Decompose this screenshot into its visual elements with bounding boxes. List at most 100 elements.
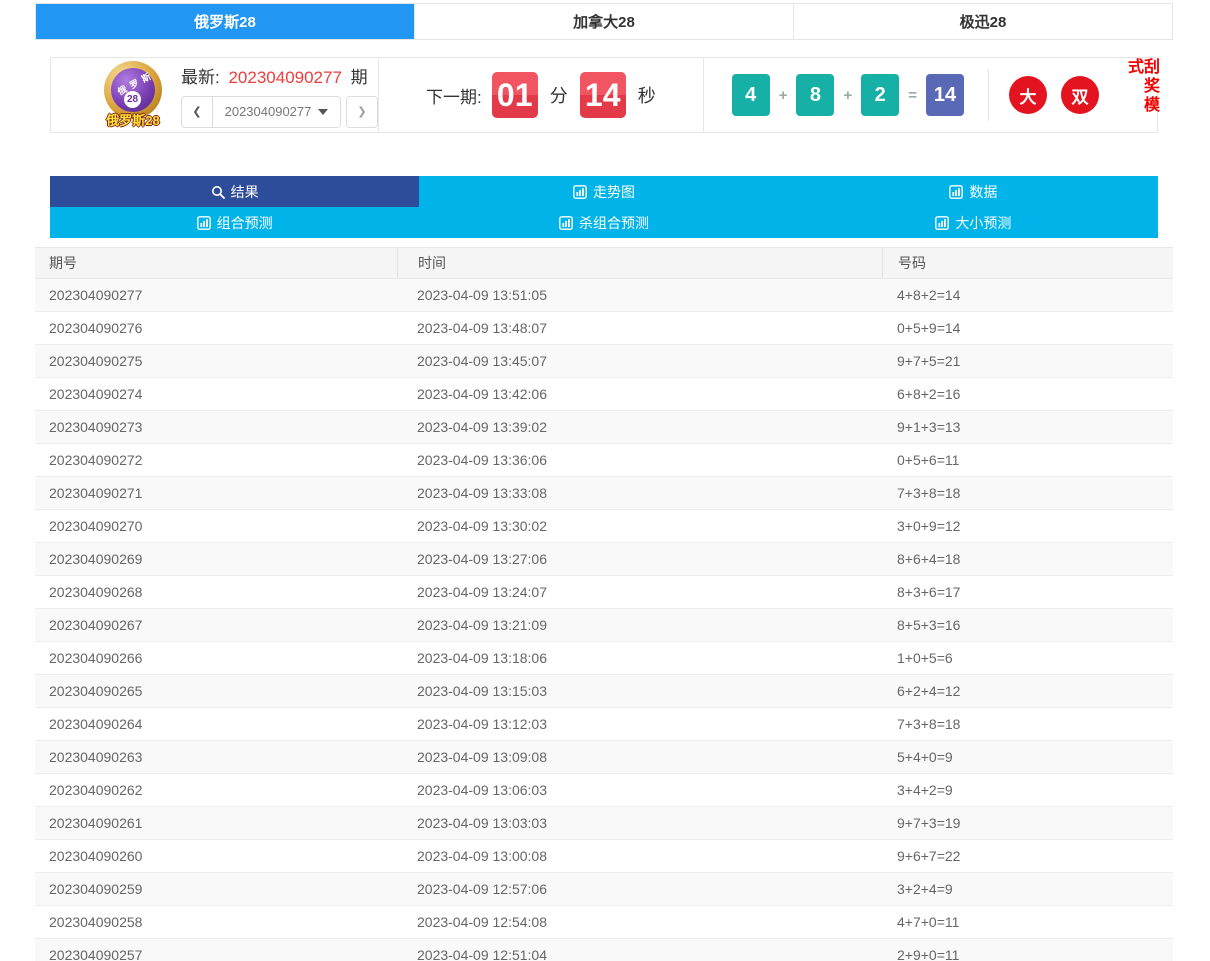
period-cell: 202304090274: [35, 386, 397, 402]
time-cell: 2023-04-09 13:30:02: [397, 518, 882, 534]
result-section: 4 + 8 + 2 = 14 大 双 刮奖模式: [704, 58, 1157, 132]
time-cell: 2023-04-09 13:09:08: [397, 749, 882, 765]
table-row: 2023040902582023-04-09 12:54:084+7+0=11: [35, 906, 1173, 939]
period-cell: 202304090270: [35, 518, 397, 534]
numbers-cell: 8+3+6=17: [882, 584, 1173, 600]
numbers-cell: 4+8+2=14: [882, 287, 1173, 303]
period-cell: 202304090267: [35, 617, 397, 633]
table-body: 2023040902772023-04-09 13:51:054+8+2=142…: [35, 279, 1173, 961]
seconds-unit: 秒: [638, 82, 656, 108]
numbers-cell: 5+4+0=9: [882, 749, 1173, 765]
table-row: 2023040902722023-04-09 13:36:060+5+6=11: [35, 444, 1173, 477]
lottery-logo: 俄 罗 斯 28 俄罗斯28: [101, 59, 165, 129]
tab-canada28[interactable]: 加拿大28: [414, 4, 793, 39]
numbers-cell: 3+2+4=9: [882, 881, 1173, 897]
table-row: 2023040902732023-04-09 13:39:029+1+3=13: [35, 411, 1173, 444]
table-row: 2023040902632023-04-09 13:09:085+4+0=9: [35, 741, 1173, 774]
tab-jixun28[interactable]: 极迅28: [793, 4, 1172, 39]
nav-item-label: 组合预测: [217, 213, 273, 233]
nav-item-trend-chart[interactable]: 走势图: [419, 176, 788, 207]
countdown-section: 下一期: 01 分 14 秒: [378, 58, 704, 132]
numbers-cell: 6+8+2=16: [882, 386, 1173, 402]
period-cell: 202304090257: [35, 947, 397, 961]
time-cell: 2023-04-09 13:27:06: [397, 551, 882, 567]
next-draw-label: 下一期:: [426, 83, 482, 108]
column-header-time: 时间: [397, 248, 882, 278]
numbers-cell: 9+7+5=21: [882, 353, 1173, 369]
period-cell: 202304090265: [35, 683, 397, 699]
nav-item-label: 走势图: [593, 182, 635, 202]
table-row: 2023040902592023-04-09 12:57:063+2+4=9: [35, 873, 1173, 906]
big-small-badge[interactable]: 大: [1009, 76, 1047, 114]
latest-label: 最新:: [181, 68, 220, 87]
period-cell: 202304090273: [35, 419, 397, 435]
period-cell: 202304090259: [35, 881, 397, 897]
period-selector: ❮ 202304090277 ❯: [181, 96, 378, 128]
period-suffix: 期: [351, 68, 368, 87]
game-tab-bar: 俄罗斯28 加拿大28 极迅28: [35, 3, 1173, 40]
odd-even-badge[interactable]: 双: [1061, 76, 1099, 114]
time-cell: 2023-04-09 13:00:08: [397, 848, 882, 864]
column-header-numbers: 号码: [882, 248, 1173, 278]
table-row: 2023040902762023-04-09 13:48:070+5+9=14: [35, 312, 1173, 345]
time-cell: 2023-04-09 13:33:08: [397, 485, 882, 501]
equals-sign: =: [908, 87, 917, 104]
period-cell: 202304090276: [35, 320, 397, 336]
bar-chart-icon: [935, 216, 949, 230]
minutes-unit: 分: [550, 82, 568, 108]
period-dropdown[interactable]: 202304090277: [213, 96, 341, 128]
numbers-cell: 2+9+0=11: [882, 947, 1173, 961]
period-cell: 202304090277: [35, 287, 397, 303]
latest-block: 最新: 202304090277 期 ❮ 202304090277 ❯: [181, 63, 378, 128]
time-cell: 2023-04-09 13:51:05: [397, 287, 882, 303]
table-header-row: 期号 时间 号码: [35, 247, 1173, 279]
result-number-2: 8: [796, 74, 834, 116]
latest-period-number: 202304090277: [228, 68, 341, 87]
bar-chart-icon: [197, 216, 211, 230]
numbers-cell: 1+0+5=6: [882, 650, 1173, 666]
nav-item-results[interactable]: 结果: [50, 176, 419, 207]
period-cell: 202304090258: [35, 914, 397, 930]
period-cell: 202304090271: [35, 485, 397, 501]
countdown-seconds: 14: [580, 72, 626, 118]
time-cell: 2023-04-09 13:12:03: [397, 716, 882, 732]
vertical-divider: [988, 69, 989, 121]
time-cell: 2023-04-09 12:57:06: [397, 881, 882, 897]
period-dropdown-value: 202304090277: [225, 104, 312, 119]
nav-item-kill-combo-forecast[interactable]: 杀组合预测: [419, 207, 788, 238]
logo-number-badge: 28: [124, 91, 141, 108]
table-row: 2023040902682023-04-09 13:24:078+3+6=17: [35, 576, 1173, 609]
time-cell: 2023-04-09 13:39:02: [397, 419, 882, 435]
latest-draw-section: 俄 罗 斯 28 俄罗斯28 最新: 202304090277 期 ❮: [51, 58, 378, 132]
numbers-cell: 8+6+4=18: [882, 551, 1173, 567]
table-row: 2023040902772023-04-09 13:51:054+8+2=14: [35, 279, 1173, 312]
logo-ball-icon: 俄 罗 斯 28: [111, 68, 155, 112]
numbers-cell: 0+5+6=11: [882, 452, 1173, 468]
result-sum: 14: [926, 74, 964, 116]
nav-item-bigsmall-forecast[interactable]: 大小预测: [789, 207, 1158, 238]
period-cell: 202304090272: [35, 452, 397, 468]
nav-item-label: 数据: [969, 182, 997, 202]
scratch-mode-link[interactable]: 刮奖模式: [1125, 58, 1157, 132]
table-row: 2023040902652023-04-09 13:15:036+2+4=12: [35, 675, 1173, 708]
table-row: 2023040902712023-04-09 13:33:087+3+8=18: [35, 477, 1173, 510]
time-cell: 2023-04-09 13:48:07: [397, 320, 882, 336]
nav-item-combo-forecast[interactable]: 组合预测: [50, 207, 419, 238]
table-row: 2023040902672023-04-09 13:21:098+5+3=16: [35, 609, 1173, 642]
time-cell: 2023-04-09 12:54:08: [397, 914, 882, 930]
result-number-1: 4: [732, 74, 770, 116]
nav-item-label: 结果: [231, 182, 259, 202]
time-cell: 2023-04-09 13:18:06: [397, 650, 882, 666]
time-cell: 2023-04-09 13:24:07: [397, 584, 882, 600]
numbers-cell: 9+6+7=22: [882, 848, 1173, 864]
bar-chart-icon: [949, 185, 963, 199]
next-period-button[interactable]: ❯: [346, 96, 378, 128]
result-number-3: 2: [861, 74, 899, 116]
time-cell: 2023-04-09 13:06:03: [397, 782, 882, 798]
time-cell: 2023-04-09 13:36:06: [397, 452, 882, 468]
table-row: 2023040902622023-04-09 13:06:033+4+2=9: [35, 774, 1173, 807]
prev-period-button[interactable]: ❮: [181, 96, 213, 128]
tab-russia28[interactable]: 俄罗斯28: [36, 4, 414, 39]
nav-item-data[interactable]: 数据: [789, 176, 1158, 207]
period-cell: 202304090268: [35, 584, 397, 600]
